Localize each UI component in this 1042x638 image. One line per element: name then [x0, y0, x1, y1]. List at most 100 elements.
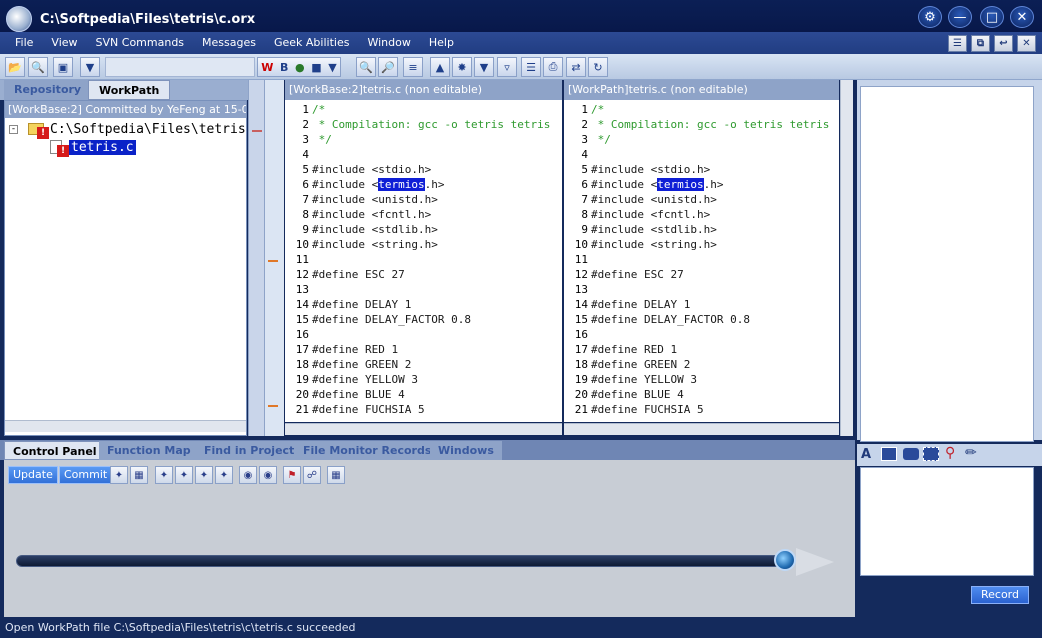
right-code-line: 18 #define GREEN 2 [564, 357, 691, 372]
menu-help[interactable]: Help [420, 32, 463, 54]
format-buttons-group[interactable]: W B ● ■ ▼ [257, 57, 341, 77]
filter-icon[interactable]: ▼ [80, 57, 100, 77]
tree-collapse-icon[interactable]: - [9, 125, 18, 134]
node-icon[interactable]: ✦ [110, 466, 128, 484]
code-text: #define YELLOW 3 [591, 373, 697, 386]
diff-icon[interactable]: ◉ [239, 466, 257, 484]
last-diff-icon[interactable]: ▿ [497, 57, 517, 77]
menu-file[interactable]: File [6, 32, 42, 54]
code-text: #define DELAY 1 [312, 298, 412, 311]
bold-icon[interactable]: B [280, 61, 288, 74]
restore-window-icon[interactable]: ↩ [994, 35, 1013, 52]
minimize-button[interactable]: — [948, 6, 972, 28]
link-icon[interactable]: ☍ [303, 466, 321, 484]
w-icon[interactable]: W [261, 61, 273, 74]
right-code-line: 15 #define DELAY_FACTOR 0.8 [564, 312, 750, 327]
app-logo-icon [6, 6, 32, 32]
dropdown-icon[interactable]: ▼ [328, 61, 336, 74]
menu-window[interactable]: Window [358, 32, 419, 54]
line-number: 13 [574, 283, 588, 296]
refresh-icon[interactable]: ↻ [588, 57, 608, 77]
right-code-line: 10 #include <string.h> [564, 237, 717, 252]
close-document-icon[interactable]: ✕ [1017, 35, 1036, 52]
settings-gear-icon[interactable]: ⚙ [918, 6, 942, 28]
right-editor-hscrollbar[interactable] [564, 423, 839, 435]
modified-warning-icon: ! [37, 127, 49, 139]
diff-overview-gutter[interactable] [248, 80, 264, 436]
branch-icon[interactable]: ✦ [155, 466, 173, 484]
open-folder-icon[interactable]: 📂 [5, 57, 25, 77]
image-icon[interactable] [881, 447, 897, 461]
pin-icon[interactable]: ⚲ [945, 445, 955, 461]
print-icon[interactable]: ⎙ [543, 57, 563, 77]
camera-icon[interactable] [903, 448, 919, 460]
calendar-icon[interactable]: ▦ [327, 466, 345, 484]
swap-icon[interactable]: ⇄ [566, 57, 586, 77]
code-text: #define FUCHSIA 5 [591, 403, 704, 416]
toolbar-combo[interactable] [105, 57, 255, 77]
blame-icon[interactable]: ◉ [259, 466, 277, 484]
right-editor[interactable]: 1/* 2 * Compilation: gcc -o tetris tetris… [564, 100, 839, 422]
menu-svn-commands[interactable]: SVN Commands [87, 32, 194, 54]
record-button[interactable]: Record [971, 586, 1029, 604]
tab-file-monitor-records[interactable]: File Monitor Records [295, 441, 440, 460]
code-text: /* [591, 103, 605, 116]
history-slider-track[interactable] [16, 555, 786, 567]
code-text: #define DELAY 1 [591, 298, 691, 311]
screenshot-icon[interactable] [923, 447, 939, 461]
font-icon[interactable]: A [861, 447, 871, 462]
compare-icon[interactable]: ≡ [403, 57, 423, 77]
find-next-icon[interactable]: 🔎 [378, 57, 398, 77]
previous-diff-icon[interactable]: ▲ [430, 57, 450, 77]
clip-icon[interactable]: ✏ [965, 445, 977, 461]
tab-function-map[interactable]: Function Map [99, 441, 199, 460]
line-number: 10 [574, 238, 588, 251]
browse-icon[interactable]: 🔍 [28, 57, 48, 77]
update-button[interactable]: Update [8, 466, 58, 484]
line-number: 11 [574, 253, 588, 266]
flag-icon[interactable]: ⚑ [283, 466, 301, 484]
code-text: #define GREEN 2 [591, 358, 691, 371]
merge-icon[interactable]: ✦ [175, 466, 193, 484]
tile-windows-icon[interactable]: ☰ [948, 35, 967, 52]
left-editor[interactable]: 1/* 2 * Compilation: gcc -o tetris tetris… [285, 100, 562, 422]
left-code-line: 21 #define FUCHSIA 5 [285, 402, 425, 417]
maximize-button[interactable]: □ [980, 6, 1004, 28]
menu-geek-abilities[interactable]: Geek Abilities [265, 32, 358, 54]
menu-view[interactable]: View [42, 32, 86, 54]
find-icon[interactable]: 🔍 [356, 57, 376, 77]
code-text: #define YELLOW 3 [312, 373, 418, 386]
menu-messages[interactable]: Messages [193, 32, 265, 54]
stack-icon[interactable]: ▦ [130, 466, 148, 484]
tab-find-in-project[interactable]: Find in Project [196, 441, 303, 460]
tree-root-label[interactable]: C:\Softpedia\Files\tetris [50, 122, 246, 137]
diff-location-gutter[interactable] [264, 80, 284, 436]
save-icon[interactable]: ▣ [53, 57, 73, 77]
box-icon[interactable]: ■ [311, 61, 321, 74]
editor-vertical-scrollbar[interactable] [840, 80, 853, 436]
code-text: #include <stdio.h> [591, 163, 711, 176]
tab-windows[interactable]: Windows [430, 441, 502, 460]
list-icon[interactable]: ☰ [521, 57, 541, 77]
tab-workpath[interactable]: WorkPath [88, 80, 171, 100]
history-slider-knob[interactable] [774, 549, 796, 571]
commit-button[interactable]: Commit [59, 466, 113, 484]
sparkle-icon[interactable]: ✸ [452, 57, 472, 77]
line-number: 19 [295, 373, 309, 386]
code-text: #define GREEN 2 [312, 358, 412, 371]
code-text: /* [312, 103, 326, 116]
tab-control-panel[interactable]: Control Panel [4, 441, 106, 460]
left-horizontal-scrollbar[interactable] [5, 420, 246, 432]
line-number: 16 [574, 328, 588, 341]
relocate-icon[interactable]: ✦ [215, 466, 233, 484]
tree-file-label[interactable]: tetris.c [69, 140, 136, 155]
close-button[interactable]: ✕ [1010, 6, 1034, 28]
color-icon[interactable]: ● [295, 61, 305, 74]
left-editor-hscrollbar[interactable] [285, 423, 562, 435]
tab-repository[interactable]: Repository [4, 80, 92, 100]
next-diff-icon[interactable]: ▼ [474, 57, 494, 77]
cascade-windows-icon[interactable]: ⧉ [971, 35, 990, 52]
right-code-line: 2 * Compilation: gcc -o tetris tetris [564, 117, 829, 132]
switch-icon[interactable]: ✦ [195, 466, 213, 484]
left-editor-header: [WorkBase:2]tetris.c (non editable) [285, 80, 562, 100]
